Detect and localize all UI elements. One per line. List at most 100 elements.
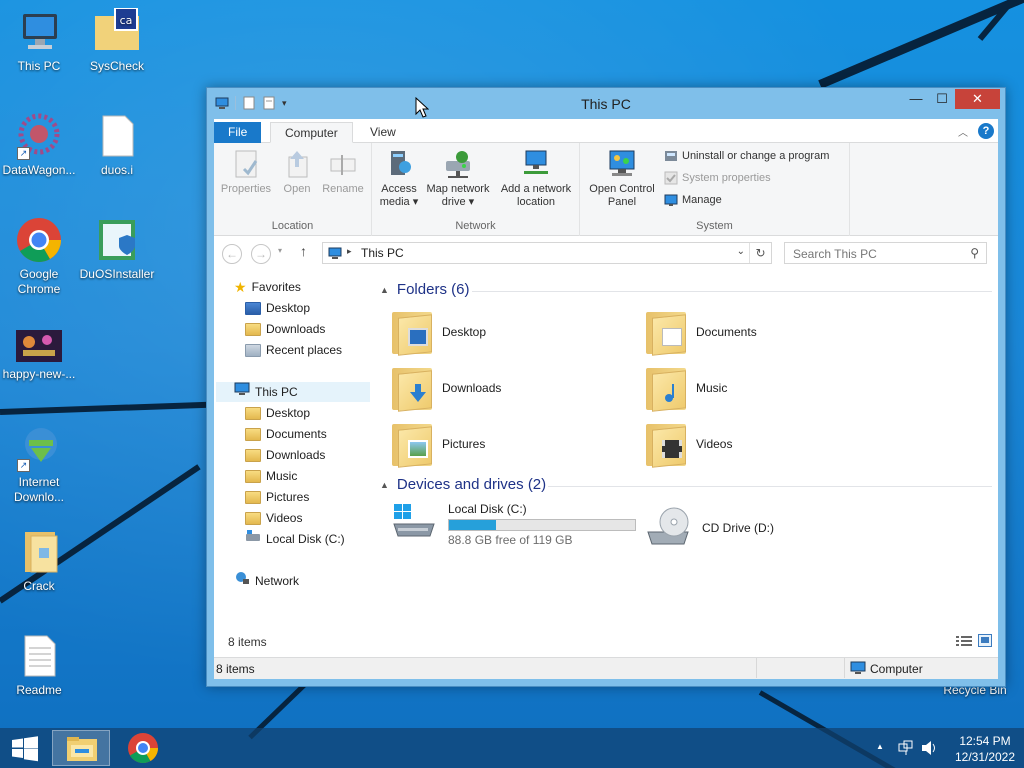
up-button[interactable]: ↑ bbox=[300, 243, 307, 259]
maximize-button[interactable]: ☐ bbox=[929, 89, 955, 109]
nav-pc-downloads[interactable]: Downloads bbox=[245, 445, 325, 465]
nav-fav-recent-places[interactable]: Recent places bbox=[245, 340, 342, 360]
breadcrumb-chevron-icon[interactable]: ▸ bbox=[347, 246, 352, 257]
desktop-icon-readme[interactable]: Readme bbox=[0, 632, 78, 698]
recent-locations-chevron-icon[interactable]: ▾ bbox=[278, 246, 282, 255]
desktop-icon-chrome[interactable]: Google Chrome bbox=[0, 216, 78, 297]
open-control-panel-button[interactable]: Open Control Panel bbox=[584, 149, 660, 209]
details-view-icon[interactable] bbox=[956, 635, 972, 650]
nav-network[interactable]: Network bbox=[234, 571, 299, 591]
desktop-icon-this-pc[interactable]: This PC bbox=[0, 8, 78, 74]
collapse-triangle-icon[interactable]: ▲ bbox=[380, 285, 389, 295]
nav-pc-desktop[interactable]: Desktop bbox=[245, 403, 310, 423]
network-location-icon bbox=[520, 149, 552, 179]
clock[interactable]: 12:54 PM 12/31/2022 bbox=[946, 728, 1024, 768]
nav-pc-videos[interactable]: Videos bbox=[245, 508, 302, 528]
folder-icon: ca bbox=[93, 7, 141, 56]
system-properties-button[interactable]: System properties bbox=[664, 171, 771, 185]
uninstall-icon bbox=[664, 149, 678, 163]
desktop-icon-duosinstaller[interactable]: DuOSInstaller bbox=[78, 216, 156, 282]
desktop-icon-label: DataWagon... bbox=[2, 163, 76, 177]
folders-section-header[interactable]: ▲ Folders (6) bbox=[380, 281, 469, 298]
desktop-icon-happy-new[interactable]: happy-new-... bbox=[0, 328, 78, 382]
tab-view[interactable]: View bbox=[356, 122, 410, 143]
desktop-icon-crack[interactable]: Crack bbox=[0, 528, 78, 594]
address-bar-row: ← → ▾ ↑ ▸ This PC ⌄ ↻ Search This PC ⚲ bbox=[214, 236, 998, 270]
start-button[interactable] bbox=[0, 730, 50, 766]
window-client: File Computer View ︿ ? Properties Open R… bbox=[214, 119, 998, 679]
add-network-location-button[interactable]: Add a network location bbox=[496, 149, 576, 209]
minimize-button[interactable]: — bbox=[903, 89, 929, 109]
desktop-icon-datawagon[interactable]: ↗ DataWagon... bbox=[0, 112, 78, 178]
uninstall-program-button[interactable]: Uninstall or change a program bbox=[664, 149, 829, 163]
folder-tile-videos[interactable]: Videos bbox=[646, 422, 732, 468]
address-dropdown-icon[interactable]: ⌄ bbox=[737, 246, 745, 257]
drive-tile-cd-drive[interactable]: CD Drive (D:) bbox=[644, 506, 774, 549]
nav-fav-downloads[interactable]: Downloads bbox=[245, 319, 325, 339]
window-title: This PC bbox=[581, 96, 631, 112]
item-count: 8 items bbox=[228, 635, 267, 649]
folder-tile-desktop[interactable]: Desktop bbox=[392, 310, 486, 356]
ribbon-group-location: Properties Open Rename Location bbox=[214, 143, 372, 236]
control-panel-icon bbox=[606, 149, 638, 179]
search-input[interactable]: Search This PC ⚲ bbox=[784, 242, 987, 264]
music-folder-icon bbox=[646, 366, 686, 412]
shortcut-arrow-icon: ↗ bbox=[17, 459, 30, 472]
section-divider bbox=[548, 486, 992, 487]
folder-icon bbox=[15, 528, 63, 576]
desktop-icon-duos[interactable]: duos.i bbox=[78, 112, 156, 178]
nav-pc-documents[interactable]: Documents bbox=[245, 424, 327, 444]
rename-button[interactable]: Rename bbox=[320, 149, 366, 196]
folder-tile-music[interactable]: Music bbox=[646, 366, 727, 412]
cd-drive-icon bbox=[644, 506, 692, 549]
manage-button[interactable]: Manage bbox=[664, 193, 722, 207]
collapse-triangle-icon[interactable]: ▲ bbox=[380, 480, 389, 490]
desktop-icon-syscheck[interactable]: ca SysCheck bbox=[78, 7, 156, 74]
tab-computer[interactable]: Computer bbox=[270, 122, 353, 143]
access-media-button[interactable]: Access media ▾ bbox=[376, 149, 422, 209]
search-icon[interactable]: ⚲ bbox=[970, 246, 979, 260]
nav-this-pc[interactable]: This PC bbox=[216, 382, 370, 402]
devices-section-header[interactable]: ▲ Devices and drives (2) bbox=[380, 476, 546, 493]
drive-name: CD Drive (D:) bbox=[702, 520, 774, 535]
folder-tile-downloads[interactable]: Downloads bbox=[392, 366, 501, 412]
drive-tile-local-disk[interactable]: Local Disk (C:) 88.8 GB free of 119 GB bbox=[390, 502, 636, 547]
desktop-icon-internet-download[interactable]: ↗ Internet Downlo... bbox=[0, 424, 78, 505]
nav-fav-desktop[interactable]: Desktop bbox=[245, 298, 310, 318]
address-path[interactable]: This PC bbox=[361, 246, 404, 260]
status-separator bbox=[844, 658, 845, 678]
desktop-folder-icon bbox=[245, 301, 261, 315]
forward-button[interactable]: → bbox=[251, 244, 271, 264]
folder-tile-pictures[interactable]: Pictures bbox=[392, 422, 485, 468]
collapse-ribbon-icon[interactable]: ︿ bbox=[958, 124, 968, 139]
drive-usage-fill bbox=[449, 520, 497, 530]
refresh-icon[interactable]: ↻ bbox=[749, 243, 771, 263]
downloads-folder-icon bbox=[245, 322, 261, 336]
nav-pc-pictures[interactable]: Pictures bbox=[245, 487, 309, 507]
volume-icon[interactable] bbox=[920, 740, 938, 759]
taskbar-chrome[interactable] bbox=[114, 730, 172, 766]
title-bar[interactable]: ▾ This PC — ☐ ✕ bbox=[207, 88, 1005, 119]
app-icon: ↗ bbox=[15, 112, 63, 160]
desktop-icon-label: Crack bbox=[23, 579, 55, 593]
properties-button[interactable]: Properties bbox=[220, 149, 272, 196]
show-hidden-icons[interactable]: ▲ bbox=[876, 742, 884, 751]
folder-tile-documents[interactable]: Documents bbox=[646, 310, 757, 356]
nav-pc-local-disk[interactable]: Local Disk (C:) bbox=[245, 529, 345, 549]
tab-file[interactable]: File bbox=[214, 122, 262, 143]
back-button[interactable]: ← bbox=[222, 244, 242, 264]
large-icons-view-icon[interactable] bbox=[978, 634, 992, 650]
nav-favorites[interactable]: ★ Favorites bbox=[234, 277, 301, 297]
help-icon[interactable]: ? bbox=[978, 123, 994, 139]
nav-pc-music[interactable]: Music bbox=[245, 466, 297, 486]
map-network-drive-button[interactable]: Map network drive ▾ bbox=[422, 149, 494, 209]
close-button[interactable]: ✕ bbox=[955, 89, 1000, 109]
image-icon bbox=[15, 328, 63, 364]
network-drive-icon bbox=[442, 149, 474, 179]
address-box[interactable]: ▸ This PC ⌄ ↻ bbox=[322, 242, 772, 264]
open-button[interactable]: Open bbox=[276, 149, 318, 196]
status-location: Computer bbox=[870, 662, 923, 676]
taskbar-file-explorer[interactable] bbox=[52, 730, 110, 766]
network-tray-icon[interactable] bbox=[898, 740, 914, 759]
properties-icon bbox=[230, 149, 262, 179]
